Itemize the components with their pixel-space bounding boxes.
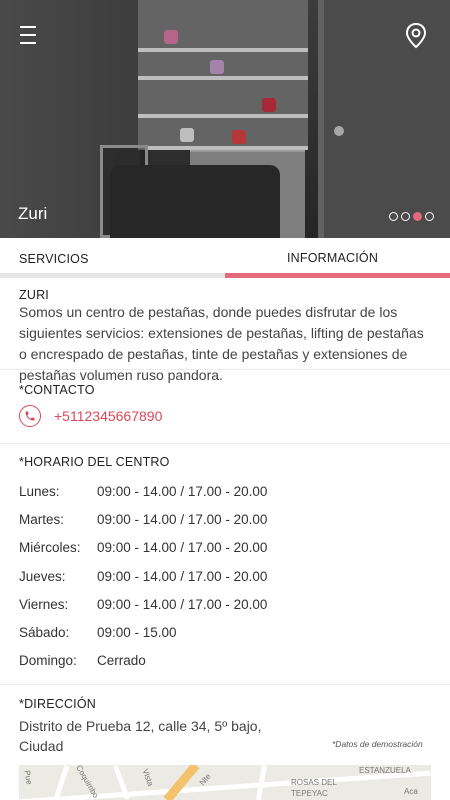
schedule-title: *HORARIO DEL CENTRO	[19, 455, 170, 469]
divider	[0, 684, 450, 685]
schedule-day: Jueves:	[19, 569, 66, 584]
tab-informacion-label: INFORMACIÓN	[287, 251, 379, 265]
schedule-day: Domingo:	[19, 653, 77, 668]
schedule-hours: 09:00 - 14.00 / 17.00 - 20.00	[97, 484, 268, 499]
schedule-hours: 09:00 - 14.00 / 17.00 - 20.00	[97, 512, 268, 527]
schedule-hours: 09:00 - 15.00	[97, 625, 177, 640]
schedule-day: Miércoles:	[19, 540, 81, 555]
map-label: ESTANZUELA	[359, 766, 411, 775]
address-title: *DIRECCIÓN	[19, 697, 97, 711]
tab-bar: SERVICIOS INFORMACIÓN	[0, 238, 450, 278]
map-pin-icon[interactable]	[403, 22, 429, 55]
location-map[interactable]: ESTANZUELA ROSAS DEL TEPEYAC Coquimbo Vi…	[19, 765, 431, 800]
phone-number: +5112345667890	[54, 408, 163, 424]
hamburger-menu-icon[interactable]	[20, 26, 36, 44]
carousel-dot[interactable]	[389, 212, 398, 221]
contact-title: *CONTACTO	[19, 383, 95, 397]
schedule-hours: 09:00 - 14.00 / 17.00 - 20.00	[97, 597, 268, 612]
hero-image-carousel[interactable]: Zuri	[0, 0, 450, 238]
schedule-day: Viernes:	[19, 597, 69, 612]
divider	[0, 369, 450, 370]
hero-overlay	[0, 0, 450, 238]
carousel-indicator[interactable]	[389, 212, 434, 221]
map-label: Aca	[404, 787, 418, 796]
carousel-dot[interactable]	[401, 212, 410, 221]
center-name: ZURI	[19, 288, 49, 302]
map-label: Nte	[197, 771, 213, 788]
hero-title: Zuri	[18, 204, 48, 223]
tab-informacion[interactable]: INFORMACIÓN	[225, 238, 450, 278]
info-content[interactable]: ZURI Somos un centro de pestañas, donde …	[0, 278, 450, 800]
schedule-hours: 09:00 - 14.00 / 17.00 - 20.00	[97, 569, 268, 584]
schedule-hours: Cerrado	[97, 653, 146, 668]
map-label: Pue	[22, 769, 34, 786]
divider	[0, 443, 450, 444]
map-label: Vista	[140, 767, 156, 788]
schedule-day: Sábado:	[19, 625, 70, 640]
carousel-dot[interactable]	[425, 212, 434, 221]
map-main-road	[163, 765, 200, 800]
schedule-hours: 09:00 - 14.00 / 17.00 - 20.00	[97, 540, 268, 555]
tab-servicios[interactable]: SERVICIOS	[0, 238, 225, 278]
address-text: Distrito de Prueba 12, calle 34, 5º bajo…	[19, 718, 262, 754]
tab-servicios-label: SERVICIOS	[19, 252, 89, 266]
map-label: ROSAS DEL	[291, 778, 337, 787]
phone-link[interactable]: +5112345667890	[19, 405, 162, 427]
schedule-day: Martes:	[19, 512, 65, 527]
map-road	[53, 765, 70, 800]
map-label: TEPEYAC	[291, 789, 328, 798]
carousel-dot-active[interactable]	[413, 212, 422, 221]
schedule-day: Lunes:	[19, 484, 60, 499]
phone-icon	[19, 405, 41, 427]
center-description: Somos un centro de pestañas, donde puede…	[19, 304, 424, 383]
demo-note: *Datos de demostración	[332, 739, 423, 749]
